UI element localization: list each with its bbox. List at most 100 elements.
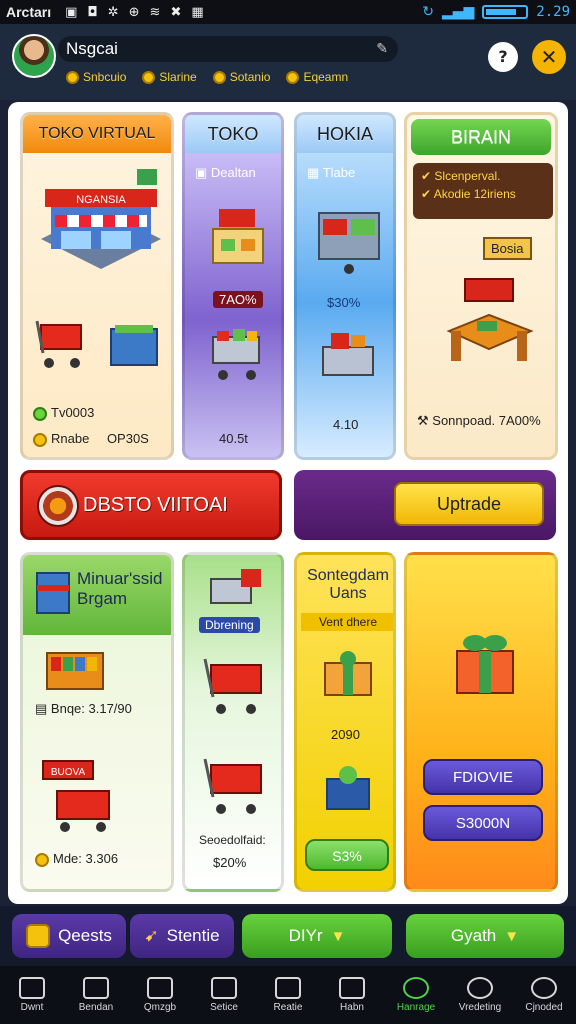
upgrade-banner: Uptrade bbox=[294, 470, 556, 540]
tools-icon bbox=[339, 977, 365, 999]
nav-tools[interactable]: Habn bbox=[320, 966, 384, 1024]
gem-icon bbox=[33, 406, 47, 421]
coin-icon bbox=[35, 852, 49, 867]
wifi-icon: ≋ bbox=[149, 4, 161, 20]
stat-line-1: Tv0003 bbox=[33, 405, 94, 421]
gift-box-icon bbox=[324, 651, 372, 696]
player-name-bar[interactable]: Nsgcai ✎ bbox=[58, 36, 398, 62]
card-title: TOKO bbox=[185, 115, 281, 153]
card-dbrening[interactable]: Dbrening Seoedolfaid: $20% bbox=[182, 552, 284, 892]
check-item-1: ✔ Slcenperval. bbox=[421, 169, 501, 183]
status-icons: ▣ ◘ ✲ ⊕ ≋ ✖ ▦ bbox=[65, 5, 204, 20]
manage-icon bbox=[403, 977, 429, 999]
price-tag: 7AO% bbox=[213, 291, 263, 308]
card-percent: $30% bbox=[327, 295, 361, 310]
status-bar: Arctarı ▣ ◘ ✲ ⊕ ≋ ✖ ▦ ↻ ▂▄▆ 2.29 bbox=[0, 0, 576, 24]
goods-shelf-icon bbox=[46, 652, 104, 690]
card-title: TOKO VIRTUAL bbox=[23, 115, 171, 153]
stat-line-2: Mde: 3.306 bbox=[35, 851, 118, 867]
category-tag: Dbrening bbox=[199, 617, 260, 633]
quest-coin-icon bbox=[26, 924, 51, 948]
battery-icon bbox=[482, 5, 529, 19]
nav-bag[interactable]: Bendan bbox=[64, 966, 128, 1024]
game-icon: ✖ bbox=[170, 4, 182, 20]
diy-dropdown[interactable]: DIYr ▼ bbox=[242, 914, 392, 958]
card-value: 40.5t bbox=[219, 431, 248, 446]
checkmark-icon: ✔ bbox=[421, 187, 432, 201]
card-toko[interactable]: TOKO ▣ Dealtan 7AO% 40.5t bbox=[182, 112, 284, 460]
stall-sign: BUOVA bbox=[51, 767, 86, 778]
card-gift[interactable]: FDIOVIE S3000N bbox=[404, 552, 558, 892]
checkmark-icon: ✔ bbox=[421, 169, 432, 183]
nav-gallery[interactable]: Qmzgb bbox=[128, 966, 192, 1024]
notification-icon: ▣ bbox=[65, 4, 78, 20]
banner-text: DBSTO VIITOAI bbox=[83, 493, 228, 516]
sync-icon bbox=[531, 977, 557, 999]
card-value: 2090 bbox=[331, 727, 360, 742]
virtual-deal-banner[interactable]: DBSTO VIITOAI bbox=[20, 470, 282, 540]
chevron-down-icon: ▼ bbox=[504, 927, 520, 945]
market-stall-icon bbox=[212, 209, 264, 264]
card-minuarssid[interactable]: Minuar'ssid Brgam ▤ Bnqe: 3.17/90 BUOVA … bbox=[20, 552, 174, 892]
clock-icon bbox=[467, 977, 493, 999]
shopping-cart-icon bbox=[35, 320, 82, 368]
discount-button[interactable]: S3% bbox=[305, 839, 389, 871]
nav-synced[interactable]: Cjnoded bbox=[512, 966, 576, 1024]
gallery-icon bbox=[147, 977, 173, 999]
target-icon bbox=[37, 485, 79, 527]
cart-with-boxes-icon bbox=[210, 569, 261, 604]
checklist-panel: ✔ Slcenperval. ✔ Akodie 12iriens bbox=[413, 163, 553, 219]
coin-icon bbox=[142, 70, 156, 84]
upgrade-button[interactable]: Uptrade bbox=[394, 482, 544, 526]
hanging-sign: Bosia bbox=[483, 237, 532, 260]
crate-icon bbox=[110, 325, 158, 366]
stall-with-sign-icon: BUOVA bbox=[42, 760, 110, 832]
stat-line-2: Rnabe OP30S bbox=[33, 431, 149, 447]
coin-icon bbox=[286, 70, 300, 84]
claim-button[interactable]: S3000N bbox=[423, 805, 543, 841]
close-button[interactable]: ✕ bbox=[532, 40, 566, 74]
stat-1: Snbcuio bbox=[66, 70, 126, 84]
alert-icon: ◘ bbox=[87, 4, 98, 20]
store-sign: NGANSIA bbox=[76, 194, 126, 206]
rocket-icon: ➹ bbox=[144, 926, 159, 945]
card-birain[interactable]: BIRAIN ✔ Slcenperval. ✔ Akodie 12iriens … bbox=[404, 112, 558, 460]
shelf-icon bbox=[318, 212, 380, 274]
card-caption: Seoedolfaid: bbox=[199, 833, 266, 847]
game-header: Nsgcai ✎ Snbcuio Slarine Sotanio Eqeamn … bbox=[0, 24, 576, 100]
card-horia[interactable]: HOKIA ▦ Tlabe $30% 4.10 bbox=[294, 112, 396, 460]
reward-button[interactable]: FDIOVIE bbox=[423, 759, 543, 795]
nav-settings[interactable]: Setice bbox=[192, 966, 256, 1024]
nav-videos[interactable]: Vredeting bbox=[448, 966, 512, 1024]
nav-manage[interactable]: Hanrage bbox=[384, 966, 448, 1024]
avatar[interactable] bbox=[12, 34, 56, 78]
action-bar: Qeests ➹ Stentie DIYr ▼ Gyath ▼ bbox=[0, 906, 576, 966]
bag-icon bbox=[83, 977, 109, 999]
quests-button[interactable]: Qeests bbox=[12, 914, 126, 958]
shopping-cart-icon bbox=[203, 758, 262, 814]
card-title: HOKIA bbox=[297, 115, 393, 153]
card-santegdam[interactable]: Sontegdam Uans Vent dhere 2090 S3% bbox=[294, 552, 396, 892]
chevron-down-icon: ▼ bbox=[330, 927, 346, 945]
nav-home[interactable]: Dwnt bbox=[0, 966, 64, 1024]
coin-icon bbox=[66, 70, 79, 84]
card-subtitle: Vent dhere bbox=[301, 613, 393, 631]
stat-2: Slarine bbox=[142, 70, 197, 84]
crate-icon bbox=[36, 572, 70, 614]
signal-icon: ▂▄▆ bbox=[441, 4, 475, 20]
image-icon: ▦ bbox=[191, 4, 204, 20]
card-toko-virtual[interactable]: TOKO VIRTUAL NGANSIA Tv0003 Rnabe OP30S bbox=[20, 112, 174, 460]
stories-button[interactable]: ➹ Stentie bbox=[130, 914, 234, 958]
settings-icon bbox=[211, 977, 237, 999]
clock: 2.29 bbox=[536, 4, 570, 20]
cash-register-icon bbox=[322, 333, 374, 376]
nav-radar[interactable]: Reatie bbox=[256, 966, 320, 1024]
stat-3: Sotanio bbox=[212, 70, 270, 84]
card-value: $20% bbox=[213, 855, 247, 870]
gyath-dropdown[interactable]: Gyath ▼ bbox=[406, 914, 564, 958]
player-name: Nsgcai bbox=[66, 39, 118, 58]
bottom-nav: Dwnt Bendan Qmzgb Setice Reatie Habn Han… bbox=[0, 966, 576, 1024]
shopping-cart-icon bbox=[203, 658, 262, 714]
help-button[interactable]: ? bbox=[488, 42, 518, 72]
edit-icon[interactable]: ✎ bbox=[376, 41, 388, 57]
